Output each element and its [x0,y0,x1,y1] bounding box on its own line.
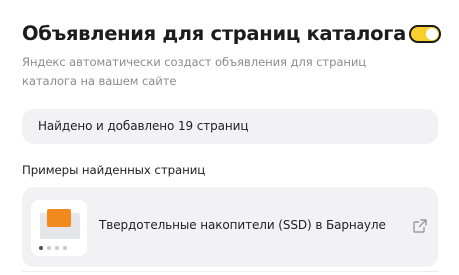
thumbnail-dot [55,246,59,250]
next-item-edge [22,271,438,275]
thumbnail-dot [39,246,43,250]
example-page-title: Твердотельные накопители (SSD) в Барнаул… [99,218,386,232]
examples-label: Примеры найденных страниц [22,163,206,177]
found-pages-text: Найдено и добавлено 19 страниц [38,119,249,133]
thumbnail-dots [39,246,67,250]
example-thumbnail [31,200,87,256]
ssd-label-shape [47,209,71,227]
external-link-icon[interactable] [412,218,428,234]
panel-description: Яндекс автоматически создаст объявления … [22,55,367,88]
toggle-knob [426,28,438,40]
thumbnail-dot [63,246,67,250]
panel-header: Объявления для страниц каталога [22,22,441,50]
thumbnail-dot [47,246,51,250]
found-pages-box: Найдено и добавлено 19 страниц [22,109,438,144]
catalog-ads-toggle[interactable] [409,25,441,43]
example-page-item[interactable]: Твердотельные накопители (SSD) в Барнаул… [22,187,438,267]
panel-title: Объявления для страниц каталога [22,22,406,45]
catalog-ads-panel: Объявления для страниц каталога Яндекс а… [0,0,459,275]
